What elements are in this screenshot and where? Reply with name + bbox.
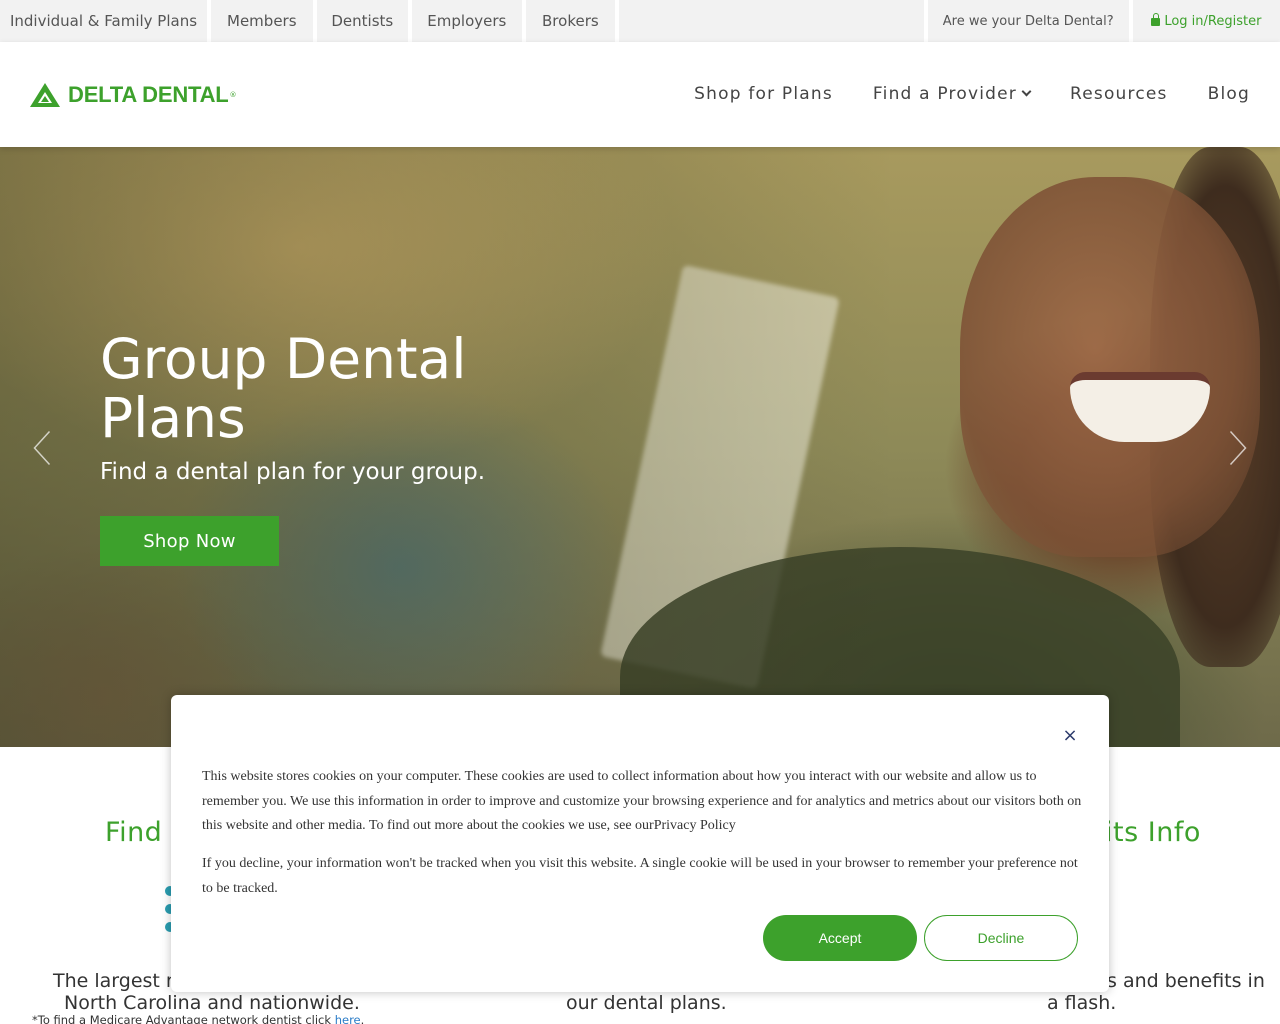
feature-left-text-line1: The largest n xyxy=(53,970,178,992)
nav-blog-label: Blog xyxy=(1207,84,1250,104)
nav-blog[interactable]: Blog xyxy=(1208,84,1250,104)
login-register-link[interactable]: Log in/Register xyxy=(1132,0,1280,42)
nav-find-a-provider[interactable]: Find a Provider xyxy=(872,84,1032,104)
are-we-your-delta-dental-link[interactable]: Are we your Delta Dental? xyxy=(927,0,1129,42)
login-register-label: Log in/Register xyxy=(1164,13,1262,29)
logo-registered-mark: ® xyxy=(229,91,237,99)
delta-logo-icon xyxy=(30,83,60,107)
footnote-here-link[interactable]: here xyxy=(335,1013,361,1024)
feature-right-text-line2: a flash. xyxy=(1047,992,1117,1014)
arrow-right-icon[interactable] xyxy=(1226,430,1250,466)
cookie-consent-dialog: × This website stores cookies on your co… xyxy=(171,695,1109,992)
lock-icon xyxy=(1151,13,1161,26)
nav-find-a-provider-label: Find a Provider xyxy=(872,84,1017,104)
shop-now-button[interactable]: Shop Now xyxy=(100,516,279,566)
cookie-paragraph-2: If you decline, your information won't b… xyxy=(202,856,1078,896)
decline-button[interactable]: Decline xyxy=(924,915,1078,961)
feature-left-text-line2: North Carolina and nationwide. xyxy=(64,992,360,1014)
util-tab-individual-family[interactable]: Individual & Family Plans xyxy=(0,0,208,42)
accept-button[interactable]: Accept xyxy=(763,915,917,961)
hero-subtitle: Find a dental plan for your group. xyxy=(100,459,486,485)
footnote-end: . xyxy=(360,1013,365,1024)
feature-right-text-line1: s and benefits in xyxy=(1107,970,1265,992)
feature-middle-text-line2: our dental plans. xyxy=(566,992,727,1014)
footnote-text: *To find a Medicare Advantage network de… xyxy=(32,1013,335,1024)
logo-text: DELTA DENTAL xyxy=(68,82,229,107)
feature-left-heading: Find xyxy=(105,817,163,848)
site-header: DELTA DENTAL ® Shop for Plans Find a Pro… xyxy=(0,42,1280,147)
nav-shop-for-plans-label: Shop for Plans xyxy=(694,84,833,104)
medicare-footnote: *To find a Medicare Advantage network de… xyxy=(32,1013,364,1024)
chevron-down-icon xyxy=(1021,86,1032,97)
util-tab-dentists[interactable]: Dentists xyxy=(316,0,409,42)
utility-bar: Individual & Family Plans Members Dentis… xyxy=(0,0,1280,42)
nav-shop-for-plans[interactable]: Shop for Plans xyxy=(694,84,833,104)
util-tab-employers[interactable]: Employers xyxy=(412,0,522,42)
util-blank xyxy=(619,0,924,42)
nav-resources-label: Resources xyxy=(1069,84,1168,104)
close-icon[interactable]: × xyxy=(1062,727,1078,745)
util-tab-brokers[interactable]: Brokers xyxy=(525,0,616,42)
cookie-paragraph-1: This website stores cookies on your comp… xyxy=(202,769,1082,833)
main-nav: Shop for Plans Find a Provider Resources… xyxy=(654,84,1250,104)
feature-right-heading: its Info xyxy=(1105,817,1201,848)
hero-carousel: Group Dental Plans Find a dental plan fo… xyxy=(0,147,1280,747)
delta-dental-logo[interactable]: DELTA DENTAL ® xyxy=(30,82,237,108)
util-tab-members[interactable]: Members xyxy=(211,0,313,42)
hero-title: Group Dental Plans xyxy=(100,327,467,450)
arrow-left-icon[interactable] xyxy=(30,430,54,466)
nav-resources[interactable]: Resources xyxy=(1070,84,1168,104)
